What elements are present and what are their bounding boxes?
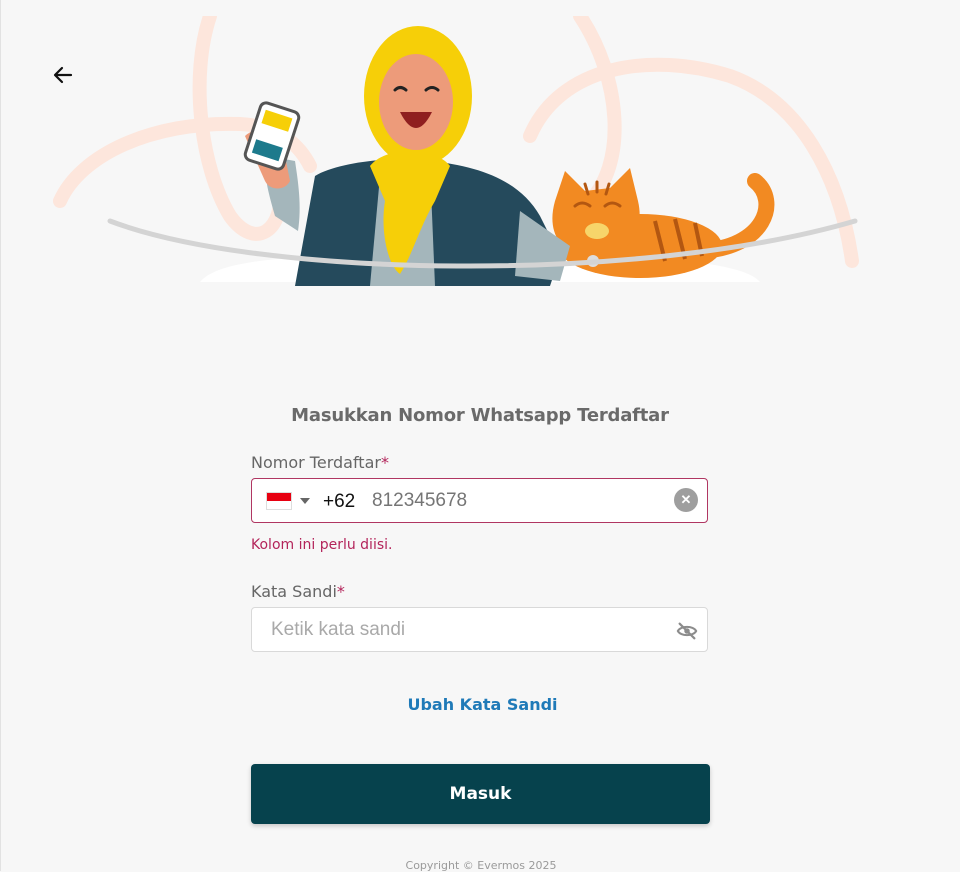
page-edge	[0, 0, 1, 871]
required-mark: *	[380, 453, 389, 472]
chevron-down-icon[interactable]	[300, 498, 310, 504]
clear-input-button[interactable]: ✕	[674, 488, 698, 512]
phone-label: Nomor Terdaftar*	[251, 453, 389, 472]
hero-illustration	[53, 16, 859, 286]
copyright-text: Copyright © Evermos 2025	[405, 859, 557, 872]
phone-label-text: Nomor Terdaftar	[251, 453, 381, 472]
password-field	[251, 607, 708, 652]
change-password-link[interactable]: Ubah Kata Sandi	[0, 695, 960, 714]
close-icon: ✕	[680, 492, 692, 507]
password-input[interactable]	[271, 616, 651, 644]
indonesia-flag-icon[interactable]	[266, 492, 292, 510]
password-label: Kata Sandi*	[251, 582, 345, 601]
phone-error-message: Kolom ini perlu diisi.	[251, 537, 393, 553]
login-button[interactable]: Masuk	[251, 764, 710, 824]
phone-input[interactable]	[372, 487, 662, 515]
form-title: Masukkan Nomor Whatsapp Terdaftar	[291, 405, 669, 426]
phone-field: +62 ✕	[251, 478, 708, 523]
password-label-text: Kata Sandi	[251, 582, 337, 601]
required-mark: *	[336, 582, 345, 601]
eye-off-icon[interactable]	[676, 620, 698, 642]
dial-code: +62	[323, 491, 356, 512]
